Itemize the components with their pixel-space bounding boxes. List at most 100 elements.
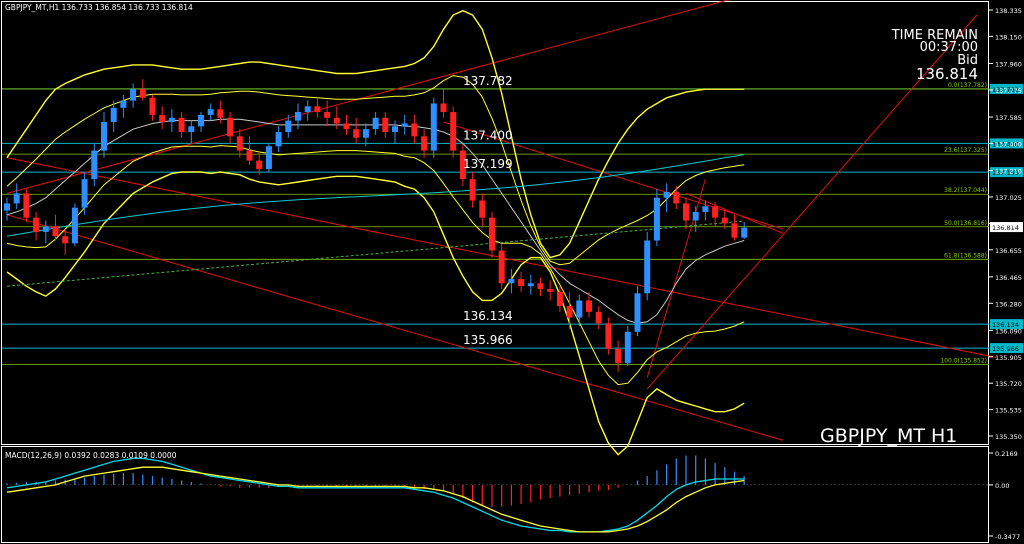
macd-tick-label: -0.3477 xyxy=(995,533,1020,541)
bull-candle-body xyxy=(295,112,301,121)
bear-candle-body xyxy=(411,123,418,137)
bear-candle-body xyxy=(605,323,612,349)
fib-level-label: 50.0(136.816) xyxy=(944,220,987,227)
bear-candle-body xyxy=(178,117,185,133)
chart-header: GBPJPY_MT,H1 136.733 136.854 136.733 136… xyxy=(5,3,193,12)
bear-candle-body xyxy=(547,289,554,292)
bear-candle-body xyxy=(333,117,340,124)
bear-candle-body xyxy=(217,109,224,118)
price-tick-label: 137.960 xyxy=(995,61,1022,69)
bear-candle-body xyxy=(62,236,69,244)
price-tick-label: 138.335 xyxy=(995,7,1022,15)
macd-panel-frame xyxy=(1,446,989,543)
chart-window[interactable]: 137.782 137.400 137.199 136.134 135.966 0.0(1… xyxy=(0,0,1024,544)
bull-candle-body xyxy=(644,240,651,294)
price-tick-label: 136.465 xyxy=(995,274,1022,282)
bear-candle-body xyxy=(566,306,573,318)
bollinger-inner-upper-line xyxy=(6,75,745,266)
bull-candle-body xyxy=(120,100,127,108)
bull-candle-body xyxy=(130,89,137,101)
bull-candle-body xyxy=(265,146,272,170)
bear-candle-body xyxy=(421,136,428,151)
bear-candle-body xyxy=(314,106,321,113)
bull-candle-body xyxy=(168,117,175,123)
bollinger-mid-line xyxy=(6,118,745,324)
bear-candle-body xyxy=(479,200,486,218)
bull-candle-body xyxy=(285,120,292,133)
level-label: 136.134 xyxy=(463,309,513,323)
bear-candle-body xyxy=(489,217,495,251)
bull-candle-body xyxy=(702,206,709,212)
bear-candle-body xyxy=(683,203,689,221)
price-tick-label: 135.905 xyxy=(995,354,1022,362)
bear-candle-body xyxy=(227,117,234,137)
bear-candle-body xyxy=(673,191,680,204)
bull-candle-body xyxy=(392,126,398,133)
bull-candle-body xyxy=(430,103,437,151)
price-tick-label: 137.775 xyxy=(995,87,1022,95)
bull-candle-body xyxy=(304,106,311,113)
trend-channel-line xyxy=(6,214,784,441)
macd-tick-label: 0.00 xyxy=(995,482,1009,490)
bull-candle-body xyxy=(4,203,10,211)
price-chart-canvas[interactable]: 137.782137.400137.199136.134135.9660.0(1… xyxy=(0,0,1024,544)
bear-candle-body xyxy=(159,114,166,123)
level-label: 137.199 xyxy=(463,157,513,171)
price-tick-label: 137.400 xyxy=(995,140,1022,148)
bull-candle-body xyxy=(663,191,670,198)
bull-candle-body xyxy=(508,279,515,284)
macd-main-line xyxy=(6,457,745,533)
bull-candle-body xyxy=(527,283,534,287)
fib-level-label: 23.6(137.325) xyxy=(944,147,987,154)
bull-candle-body xyxy=(101,122,107,151)
price-tick-label: 135.350 xyxy=(995,433,1022,441)
bull-candle-body xyxy=(653,197,660,241)
price-tick-label: 136.840 xyxy=(995,220,1022,228)
bull-candle-body xyxy=(207,109,214,115)
macd-header: MACD(12,26,9) 0.0392 0.0283 0.0109 0.000… xyxy=(5,451,177,460)
bear-candle-body xyxy=(586,300,592,312)
price-tick-label: 135.720 xyxy=(995,380,1022,388)
bear-candle-body xyxy=(33,217,40,232)
macd-layer: 0.2169 0.00 -0.3477 xyxy=(2,450,1020,541)
price-tick-label: 137.210 xyxy=(995,168,1022,176)
bull-candle-body xyxy=(692,211,699,221)
bull-candle-body xyxy=(188,126,195,133)
price-tag-label: 135.966 xyxy=(992,345,1019,353)
bear-candle-body xyxy=(615,348,622,364)
bull-candle-body xyxy=(741,227,748,238)
bear-candle-body xyxy=(450,112,457,151)
bear-candle-body xyxy=(236,136,243,151)
bollinger-lower-line xyxy=(6,171,745,456)
bull-candle-body xyxy=(71,207,78,244)
candles-layer xyxy=(4,79,748,372)
macd-tick-label: 0.2169 xyxy=(995,450,1018,458)
fib-level-label: 100.0(135.852) xyxy=(940,357,987,364)
bear-candle-body xyxy=(246,150,253,161)
bull-candle-body xyxy=(372,117,379,130)
bull-candle-body xyxy=(362,129,369,138)
bull-candle-body xyxy=(275,132,282,147)
bull-candle-body xyxy=(624,331,631,364)
bull-candle-body xyxy=(198,114,204,127)
fib-level-label: 38.2(137.044) xyxy=(944,187,987,194)
bear-candle-body xyxy=(440,103,447,113)
bull-candle-body xyxy=(13,193,20,204)
bear-candle-body xyxy=(537,283,544,290)
bull-candle-body xyxy=(634,293,641,332)
bull-candle-body xyxy=(110,107,117,123)
bear-candle-body xyxy=(518,279,525,287)
bear-candle-body xyxy=(731,223,738,238)
bull-candle-body xyxy=(401,123,408,127)
bull-candle-body xyxy=(91,150,98,180)
level-label: 137.782 xyxy=(463,74,513,88)
level-label: 137.400 xyxy=(463,128,513,142)
bear-candle-body xyxy=(23,193,30,218)
level-label: 135.966 xyxy=(463,333,513,347)
bear-candle-body xyxy=(469,179,476,201)
bear-candle-body xyxy=(139,89,146,98)
bid-value: 136.814 xyxy=(916,65,978,83)
bear-candle-body xyxy=(712,206,719,218)
bull-candle-body xyxy=(576,300,583,318)
price-tick-label: 136.280 xyxy=(995,300,1022,308)
